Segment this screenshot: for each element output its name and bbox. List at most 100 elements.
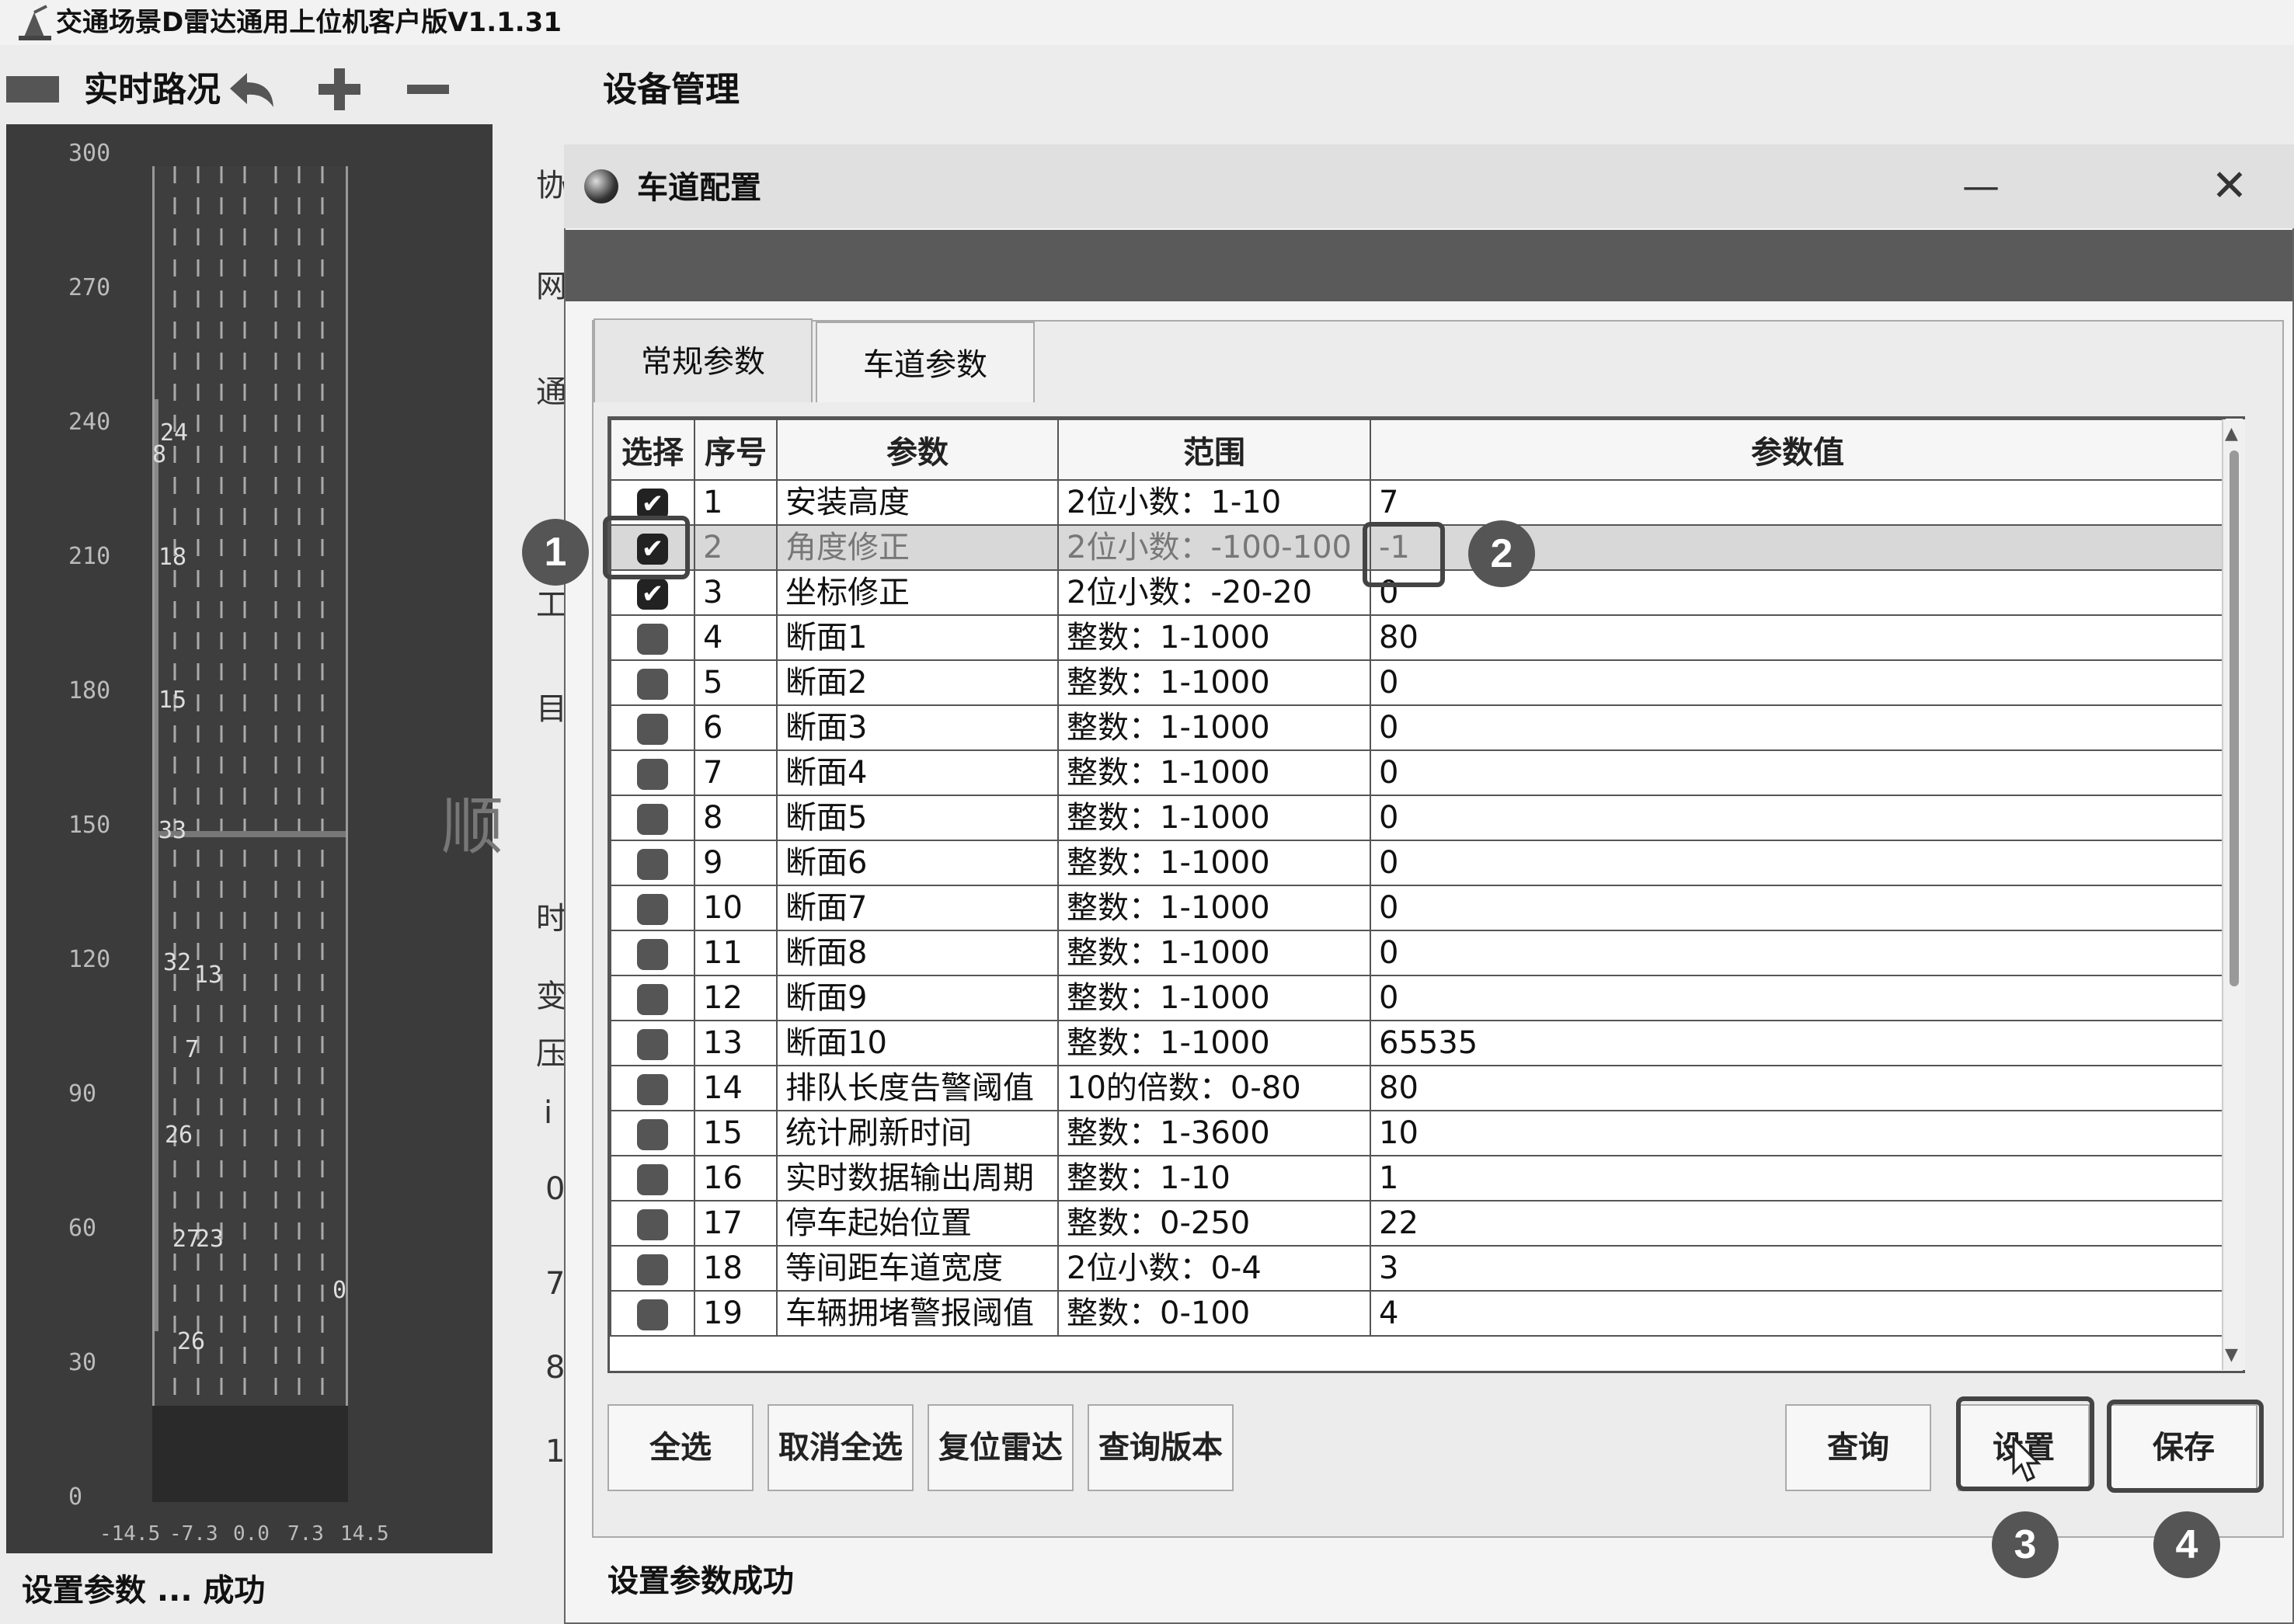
row-range: 整数：1-1000 <box>1057 975 1371 1021</box>
reset-radar-button[interactable]: 复位雷达 <box>928 1404 1074 1491</box>
row-checkbox-cell[interactable] <box>610 614 695 661</box>
row-checkbox-cell[interactable] <box>610 885 695 931</box>
scroll-up-icon[interactable]: ▲ <box>2225 424 2238 443</box>
row-value-input[interactable]: 10 <box>1370 1110 2226 1156</box>
checked-checkbox-icon[interactable]: ✔ <box>637 579 668 610</box>
scroll-down-icon[interactable]: ▼ <box>2225 1345 2238 1365</box>
row-value-input[interactable]: 22 <box>1370 1200 2226 1247</box>
row-value-input[interactable]: 80 <box>1370 1065 2226 1111</box>
row-checkbox-cell[interactable] <box>610 659 695 706</box>
row-checkbox-cell[interactable] <box>610 795 695 841</box>
unchecked-checkbox-icon[interactable] <box>637 939 668 970</box>
row-value-input[interactable]: 0 <box>1370 840 2226 886</box>
query-version-button[interactable]: 查询版本 <box>1088 1404 1234 1491</box>
table-row[interactable]: 18 等间距车道宽度 2位小数：0-4 3 <box>610 1245 2226 1292</box>
row-checkbox-cell[interactable] <box>610 704 695 751</box>
unchecked-checkbox-icon[interactable] <box>637 804 668 835</box>
table-row[interactable]: 7 断面4 整数：1-1000 0 <box>610 749 2226 796</box>
row-value-input[interactable]: 0 <box>1370 749 2226 796</box>
realtime-traffic-tab[interactable]: 实时路况 <box>84 67 221 113</box>
row-checkbox-cell[interactable] <box>610 1065 695 1111</box>
unchecked-checkbox-icon[interactable] <box>637 1209 668 1240</box>
row-checkbox-cell[interactable] <box>610 1155 695 1201</box>
table-row[interactable]: 11 断面8 整数：1-1000 0 <box>610 930 2226 976</box>
row-value-input[interactable]: 0 <box>1370 795 2226 841</box>
row-param-name: 角度修正 <box>776 524 1059 571</box>
row-checkbox-cell[interactable] <box>610 930 695 976</box>
row-checkbox-cell[interactable] <box>610 1110 695 1156</box>
row-checkbox-cell[interactable] <box>610 975 695 1021</box>
table-row[interactable]: 19 车辆拥堵警报阈值 整数：0-100 4 <box>610 1290 2226 1337</box>
row-checkbox-cell[interactable] <box>610 1245 695 1292</box>
row-value-input[interactable]: 0 <box>1370 930 2226 976</box>
table-row[interactable]: 5 断面2 整数：1-1000 0 <box>610 659 2226 706</box>
col-header-index[interactable]: 序号 <box>694 419 778 481</box>
table-row[interactable]: 8 断面5 整数：1-1000 0 <box>610 795 2226 841</box>
table-row[interactable]: ✔ 1 安装高度 2位小数：1-10 7 <box>610 479 2226 526</box>
dialog-status-text: 设置参数成功 <box>607 1563 794 1599</box>
table-row[interactable]: 10 断面7 整数：1-1000 0 <box>610 885 2226 931</box>
row-value-input[interactable]: 4 <box>1370 1290 2226 1337</box>
unchecked-checkbox-icon[interactable] <box>637 894 668 925</box>
unchecked-checkbox-icon[interactable] <box>637 624 668 655</box>
undo-icon[interactable] <box>224 67 278 113</box>
table-row[interactable]: 16 实时数据输出周期 整数：1-10 1 <box>610 1155 2226 1201</box>
col-header-value[interactable]: 参数值 <box>1370 419 2226 481</box>
device-management-title[interactable]: 设备管理 <box>603 67 740 113</box>
row-value-input[interactable]: 1 <box>1370 1155 2226 1201</box>
row-value-input[interactable]: 65535 <box>1370 1020 2226 1066</box>
row-value-input[interactable]: 3 <box>1370 1245 2226 1292</box>
table-row[interactable]: 12 断面9 整数：1-1000 0 <box>610 975 2226 1021</box>
tab-lane-params[interactable]: 车道参数 <box>816 322 1035 402</box>
unchecked-checkbox-icon[interactable] <box>637 669 668 700</box>
table-row[interactable]: 17 停车起始位置 整数：0-250 22 <box>610 1200 2226 1247</box>
row-checkbox-cell[interactable] <box>610 1200 695 1247</box>
step-badge: 1 <box>522 519 589 586</box>
zoom-out-icon[interactable] <box>404 64 452 115</box>
unselect-all-button[interactable]: 取消全选 <box>768 1404 914 1491</box>
row-value-input[interactable]: 0 <box>1370 975 2226 1021</box>
unchecked-checkbox-icon[interactable] <box>637 714 668 745</box>
row-value-input[interactable]: 0 <box>1370 885 2226 931</box>
row-value-input[interactable]: 80 <box>1370 614 2226 661</box>
unchecked-checkbox-icon[interactable] <box>637 849 668 880</box>
tab-general-params[interactable]: 常规参数 <box>594 318 813 402</box>
col-header-select[interactable]: 选择 <box>610 419 695 481</box>
col-header-param[interactable]: 参数 <box>776 419 1059 481</box>
unchecked-checkbox-icon[interactable] <box>637 984 668 1015</box>
table-row[interactable]: 4 断面1 整数：1-1000 80 <box>610 614 2226 661</box>
table-row[interactable]: 9 断面6 整数：1-1000 0 <box>610 840 2226 886</box>
table-row[interactable]: 15 统计刷新时间 整数：1-3600 10 <box>610 1110 2226 1156</box>
zoom-in-icon[interactable] <box>314 64 365 115</box>
minimize-icon[interactable]: — <box>1958 163 2004 210</box>
row-value-input[interactable]: 0 <box>1370 659 2226 706</box>
col-header-range[interactable]: 范围 <box>1057 419 1371 481</box>
unchecked-checkbox-icon[interactable] <box>637 1074 668 1105</box>
close-icon[interactable]: ✕ <box>2206 163 2253 210</box>
table-row[interactable]: 6 断面3 整数：1-1000 0 <box>610 704 2226 751</box>
menu-icon[interactable] <box>6 76 59 103</box>
row-checkbox-cell[interactable] <box>610 840 695 886</box>
unchecked-checkbox-icon[interactable] <box>637 1029 668 1060</box>
x-tick-label: -7.3 <box>169 1522 218 1546</box>
row-value-input[interactable]: 0 <box>1370 704 2226 751</box>
table-row[interactable]: 14 排队长度告警阈值 10的倍数：0-80 80 <box>610 1065 2226 1111</box>
dialog-title-bar[interactable] <box>564 144 2294 228</box>
x-tick-label: 0.0 <box>233 1522 270 1546</box>
row-param-name: 断面7 <box>776 885 1059 931</box>
unchecked-checkbox-icon[interactable] <box>637 1254 668 1285</box>
unchecked-checkbox-icon[interactable] <box>637 759 668 790</box>
unchecked-checkbox-icon[interactable] <box>637 1119 668 1150</box>
row-checkbox-cell[interactable] <box>610 1290 695 1337</box>
row-checkbox-cell[interactable] <box>610 749 695 796</box>
row-value-input[interactable]: 7 <box>1370 479 2226 526</box>
row-param-name: 断面10 <box>776 1020 1059 1066</box>
select-all-button[interactable]: 全选 <box>607 1404 754 1491</box>
checked-checkbox-icon[interactable]: ✔ <box>637 489 668 520</box>
scrollbar-thumb[interactable] <box>2230 450 2239 986</box>
unchecked-checkbox-icon[interactable] <box>637 1299 668 1330</box>
query-button[interactable]: 查询 <box>1785 1404 1931 1491</box>
unchecked-checkbox-icon[interactable] <box>637 1164 668 1195</box>
row-checkbox-cell[interactable] <box>610 1020 695 1066</box>
table-row[interactable]: 13 断面10 整数：1-1000 65535 <box>610 1020 2226 1066</box>
